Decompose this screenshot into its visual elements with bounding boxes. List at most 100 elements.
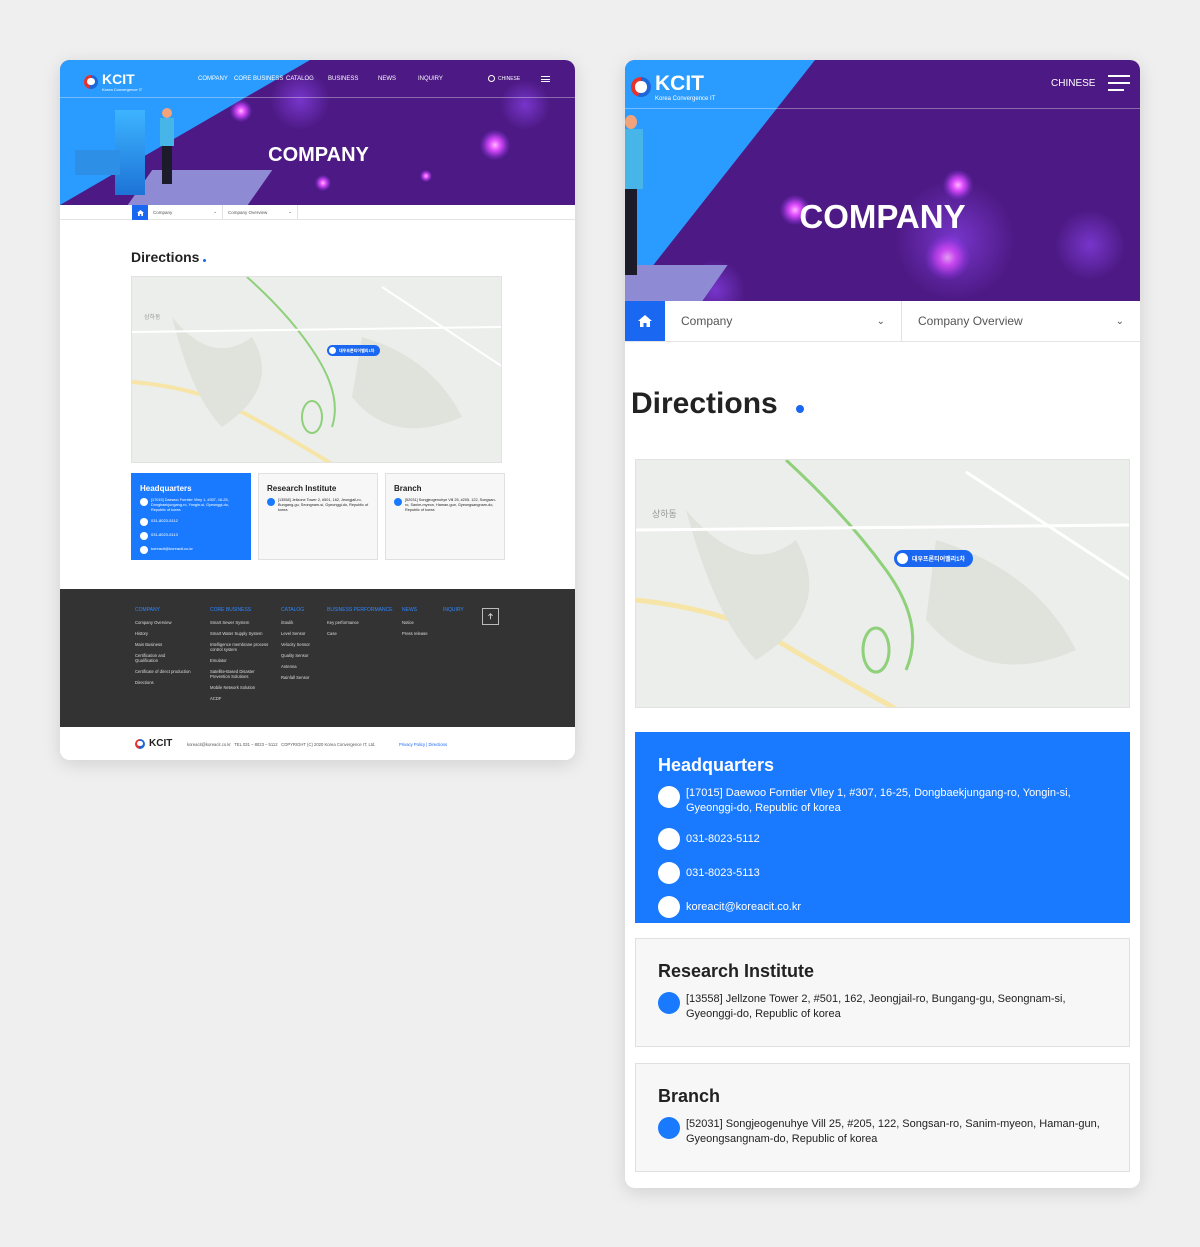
breadcrumb: Company ⌄ Company Overview ⌄	[60, 205, 575, 220]
footer-link[interactable]: Smart Water Supply System	[210, 631, 272, 636]
location-pin-icon	[658, 992, 680, 1014]
footer-link[interactable]: Press release	[402, 631, 442, 636]
location-pin-icon	[897, 553, 908, 564]
location-pin-icon	[658, 786, 680, 808]
chevron-down-icon: ⌄	[1115, 315, 1124, 327]
office-card-research: Research Institute [13558] Jellzone Towe…	[635, 938, 1130, 1047]
footer-link[interactable]: ACDF	[210, 696, 272, 701]
footer-tel: TEL 031 – 8023 – 5112	[234, 742, 278, 747]
globe-icon	[488, 75, 495, 82]
footer-link[interactable]: Case	[327, 631, 399, 636]
nav-item-business[interactable]: BUSINESS	[328, 76, 378, 82]
office-card-branch: Branch [52031] Songjeogenuhye Vill 25, #…	[635, 1063, 1130, 1172]
footer-copyright: COPYRIGHT (C) 2020 Korea Convergence IT,…	[281, 742, 376, 747]
breadcrumb-select-level2[interactable]: Company Overview ⌄	[902, 301, 1140, 341]
footer-column-catalog: CATALOG iSoulik Level Sensor Velocity Se…	[281, 607, 323, 686]
site-footer: COMPANY Company Overview History Main Bu…	[60, 589, 575, 727]
accent-dot	[203, 259, 207, 262]
footer-link[interactable]: Quality Sensor	[281, 653, 323, 658]
hero-title: COMPANY	[799, 198, 966, 235]
footer-link[interactable]: Directions	[135, 680, 205, 685]
person-illustration	[625, 115, 643, 275]
footer-bottom-bar: KCIT koreacit@koreacit.co.kr TEL 031 – 8…	[60, 727, 575, 760]
language-selector[interactable]: CHINESE	[488, 75, 520, 82]
brand-logo[interactable]: KCIT Korea Convergence IT	[84, 71, 142, 92]
nav-item-core-business[interactable]: CORE BUSINESS	[234, 76, 286, 82]
email-icon	[140, 546, 148, 554]
hero-banner: KCIT Korea Convergence IT COMPANY CORE BU…	[60, 60, 575, 205]
nav-item-catalog[interactable]: CATALOG	[286, 76, 328, 82]
footer-link[interactable]: Velocity Sensor	[281, 642, 323, 647]
footer-link[interactable]: Level Sensor	[281, 631, 323, 636]
menu-icon[interactable]	[1108, 75, 1130, 91]
footer-column-inquiry: INQUIRY	[443, 607, 464, 613]
chevron-down-icon: ⌄	[876, 315, 885, 327]
fax-icon	[140, 532, 148, 540]
footer-link[interactable]: Mobile Network Solution	[210, 685, 272, 690]
hero-title: COMPANY	[268, 144, 369, 166]
fax-icon	[658, 862, 680, 884]
email-icon	[658, 896, 680, 918]
nav-item-company[interactable]: COMPANY	[198, 76, 234, 82]
map-place-label: 상하동	[652, 509, 677, 519]
footer-link[interactable]: Emulator	[210, 658, 272, 663]
map-pin[interactable]: 대우프론티어밸리1차	[894, 550, 974, 567]
footer-link[interactable]: Main Business	[135, 642, 205, 647]
footer-link[interactable]: Smart Sewer System	[210, 620, 272, 625]
footer-link[interactable]: History	[135, 631, 205, 636]
location-pin-icon	[658, 1117, 680, 1139]
footer-link[interactable]: Company Overview	[135, 620, 205, 625]
location-map[interactable]: 상하동 대우프론티어밸리1차	[131, 276, 502, 463]
footer-link[interactable]: iSoulik	[281, 620, 323, 625]
footer-logo: KCIT	[135, 738, 172, 749]
footer-link[interactable]: Intelligence membrane process control sy…	[210, 642, 272, 652]
brand-logo[interactable]: KCIT Korea Convergence IT	[631, 72, 715, 102]
privacy-policy-link[interactable]: Privacy Policy	[399, 742, 425, 747]
breadcrumb-select-level1[interactable]: Company ⌄	[148, 205, 223, 219]
page-heading: Directions	[131, 249, 207, 265]
footer-link[interactable]: Key performance	[327, 620, 399, 625]
footer-column-business-performance: BUSINESS PERFORMANCE Key performance Cas…	[327, 607, 399, 642]
office-card-headquarters: Headquarters [17015] Daewoo Forntier Vll…	[635, 732, 1130, 923]
home-icon[interactable]	[625, 301, 665, 341]
location-map[interactable]: 상하동 대우프론티어밸리1차	[635, 459, 1130, 708]
map-place-label: 상하동	[144, 315, 161, 321]
footer-link[interactable]: Notice	[402, 620, 442, 625]
mobile-mockup: KCIT Korea Convergence IT CHINESE COMPANY…	[625, 60, 1140, 1188]
home-icon[interactable]	[132, 205, 148, 220]
office-card-headquarters: Headquarters [17015] Daewoo Forntier Vll…	[131, 473, 251, 560]
chevron-down-icon: ⌄	[213, 209, 217, 214]
nav-item-inquiry[interactable]: INQUIRY	[418, 76, 458, 82]
phone-icon	[140, 518, 148, 526]
footer-link[interactable]: Antenna	[281, 664, 323, 669]
chevron-down-icon: ⌄	[288, 209, 292, 214]
breadcrumb: Company ⌄ Company Overview ⌄	[625, 301, 1140, 342]
map-pin[interactable]: 대우프론티어밸리1차	[327, 345, 381, 356]
office-card-research: Research Institute [13558] Jellzone Towe…	[258, 473, 378, 560]
desktop-mockup: KCIT Korea Convergence IT COMPANY CORE BU…	[60, 60, 575, 760]
footer-link[interactable]: Certificate of direct production	[135, 669, 205, 674]
accent-dot	[796, 405, 805, 413]
nav-item-news[interactable]: NEWS	[378, 76, 418, 82]
page-heading: Directions	[631, 387, 805, 421]
footer-column-news: NEWS Notice Press release	[402, 607, 442, 642]
breadcrumb-select-level2[interactable]: Company Overview ⌄	[223, 205, 298, 219]
directions-link[interactable]: Directions	[428, 742, 447, 747]
scroll-top-button[interactable]	[482, 608, 499, 625]
footer-link[interactable]: Satellite-Based Disaster Prevention Solu…	[210, 669, 272, 679]
hero-banner: KCIT Korea Convergence IT CHINESE COMPANY	[625, 60, 1140, 301]
footer-link[interactable]: Certification and Qualification	[135, 653, 175, 663]
footer-link[interactable]: Rainfall Sensor	[281, 675, 323, 680]
footer-column-company: COMPANY Company Overview History Main Bu…	[135, 607, 205, 691]
arrow-up-icon	[488, 613, 493, 620]
location-pin-icon	[394, 498, 402, 506]
menu-icon[interactable]	[541, 76, 550, 82]
main-nav: COMPANY CORE BUSINESS CATALOG BUSINESS N…	[198, 76, 458, 82]
language-selector[interactable]: CHINESE	[1051, 78, 1095, 89]
office-card-branch: Branch [52031] Songjeogenuhye Vill 25, #…	[385, 473, 505, 560]
location-pin-icon	[329, 347, 336, 354]
phone-icon	[658, 828, 680, 850]
location-pin-icon	[140, 498, 148, 506]
footer-email: koreacit@koreacit.co.kr	[187, 742, 231, 747]
breadcrumb-select-level1[interactable]: Company ⌄	[665, 301, 902, 341]
